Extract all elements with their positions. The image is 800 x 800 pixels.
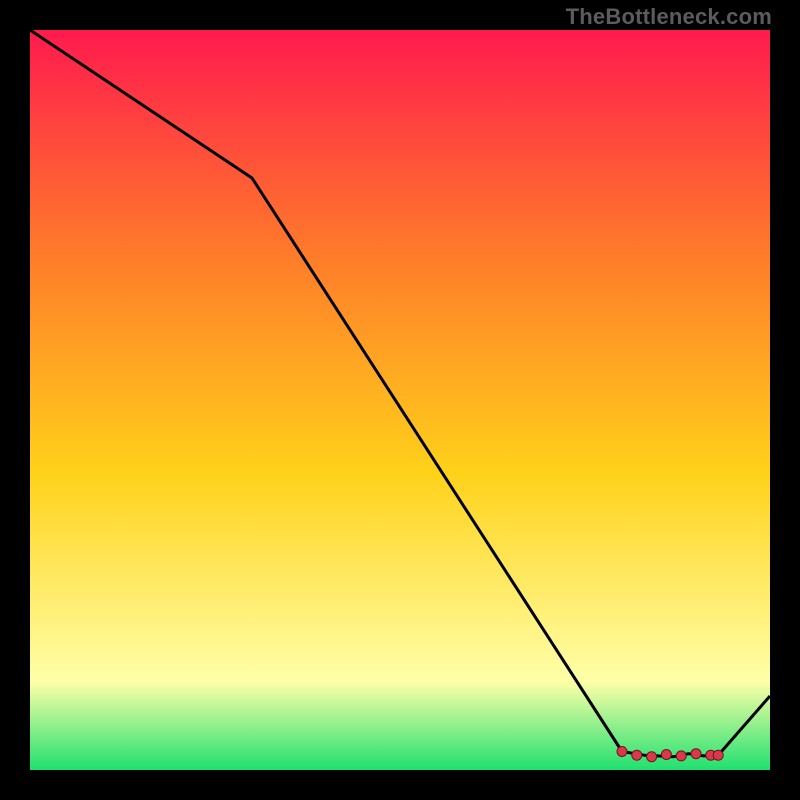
marker-point [647, 752, 657, 762]
chart-container: TheBottleneck.com [0, 0, 800, 800]
plot-area [30, 30, 770, 770]
watermark-text: TheBottleneck.com [566, 4, 772, 30]
marker-point [617, 747, 627, 757]
marker-point [691, 749, 701, 759]
marker-point [661, 750, 671, 760]
marker-point [632, 750, 642, 760]
gradient-bg [30, 30, 770, 770]
chart-svg [30, 30, 770, 770]
marker-point [713, 750, 723, 760]
marker-point [676, 751, 686, 761]
